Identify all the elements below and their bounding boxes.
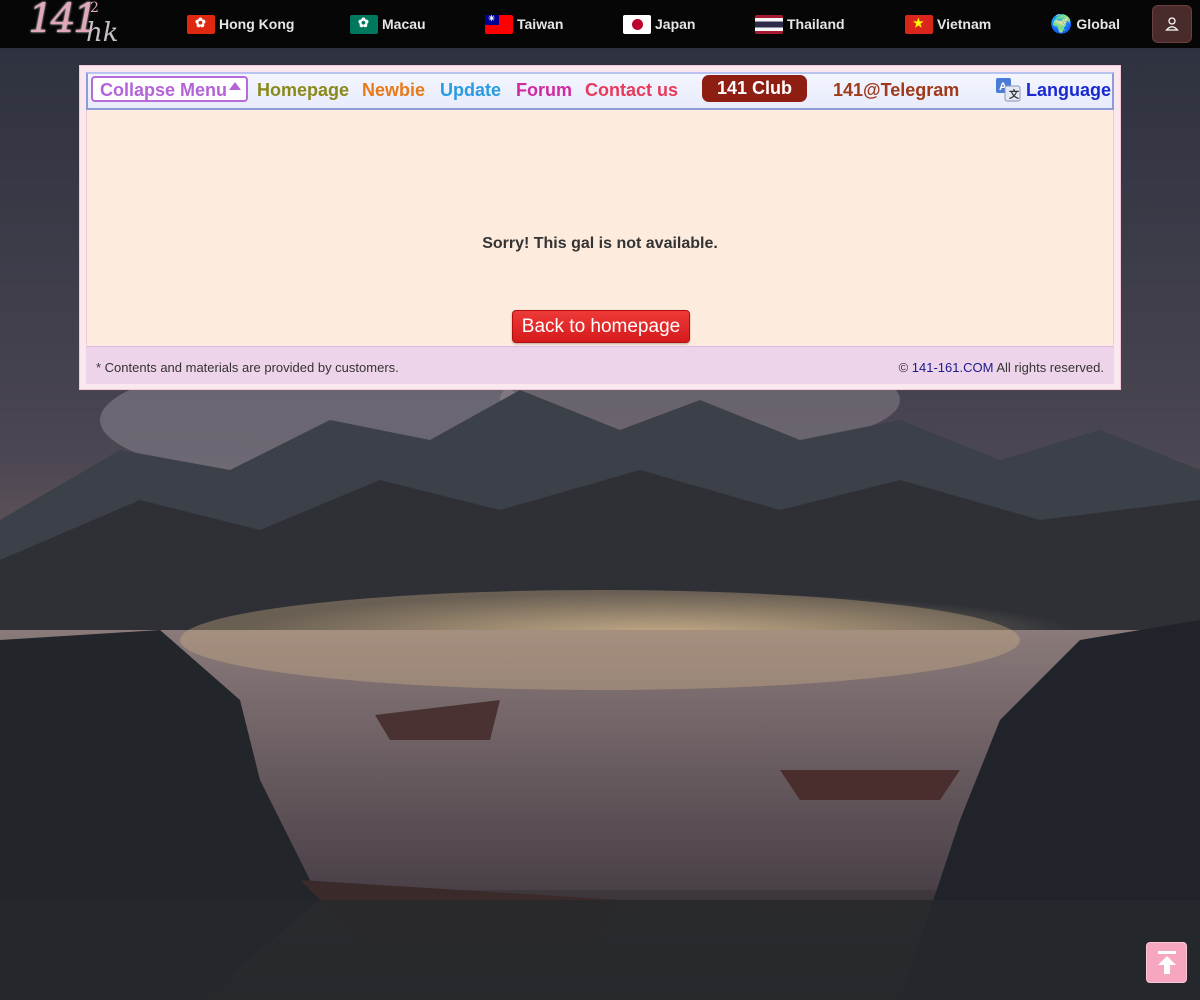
footer-copyright: © 141-161.COM All rights reserved. [899, 360, 1104, 375]
footer-rights: All rights reserved. [996, 360, 1104, 375]
caret-up-icon [229, 82, 242, 90]
main-menu-bar: Collapse Menu Homepage Newbie Update For… [86, 72, 1114, 110]
region-taiwan[interactable]: Taiwan [485, 12, 563, 36]
region-hong-kong[interactable]: Hong Kong [187, 12, 294, 36]
menu-forum-link[interactable]: Forum [516, 80, 572, 101]
macau-flag-icon [350, 14, 378, 34]
region-japan[interactable]: Japan [623, 12, 695, 36]
content-area: Sorry! This gal is not available. Back t… [86, 110, 1114, 345]
region-label: Global [1076, 16, 1120, 32]
region-label: Macau [382, 16, 426, 32]
vietnam-flag-icon [905, 14, 933, 34]
top-navigation-bar: 141 2 hk Hong Kong Macau Taiwan Japan Th… [0, 0, 1200, 48]
globe-icon: 🌍 [1050, 13, 1073, 34]
menu-homepage-link[interactable]: Homepage [257, 80, 349, 101]
region-links: Hong Kong Macau Taiwan Japan Thailand Vi… [0, 0, 1200, 48]
region-label: Japan [655, 16, 696, 32]
club-button[interactable]: 141 Club [702, 75, 807, 102]
collapse-menu-label: Collapse Menu [100, 80, 228, 100]
region-thailand[interactable]: Thailand [755, 12, 845, 36]
menu-telegram-link[interactable]: 141@Telegram [833, 80, 959, 101]
region-label: Thailand [787, 16, 845, 32]
unavailable-message: Sorry! This gal is not available. [482, 235, 718, 252]
japan-flag-icon [623, 14, 651, 34]
copyright-symbol: © [898, 360, 909, 375]
hong-kong-flag-icon [187, 14, 215, 34]
menu-language-link[interactable]: Language [1026, 80, 1111, 101]
main-panel: Collapse Menu Homepage Newbie Update For… [79, 65, 1121, 390]
back-to-homepage-button[interactable]: Back to homepage [512, 310, 690, 343]
user-icon [1165, 17, 1179, 31]
user-account-button[interactable] [1152, 5, 1192, 43]
region-label: Vietnam [937, 16, 992, 32]
arrow-up-icon [1157, 950, 1176, 974]
region-vietnam[interactable]: Vietnam [905, 12, 991, 36]
region-label: Taiwan [517, 16, 564, 32]
translate-icon: A 文 [996, 78, 1021, 102]
taiwan-flag-icon [485, 14, 513, 34]
menu-update-link[interactable]: Update [440, 80, 501, 101]
menu-newbie-link[interactable]: Newbie [362, 80, 425, 101]
menu-contact-link[interactable]: Contact us [585, 80, 678, 101]
thailand-flag-icon [755, 14, 783, 34]
region-macau[interactable]: Macau [350, 12, 426, 36]
scroll-to-top-button[interactable] [1146, 942, 1187, 983]
panel-footer: * Contents and materials are provided by… [86, 346, 1114, 384]
svg-text:文: 文 [1009, 88, 1020, 101]
region-label: Hong Kong [219, 16, 295, 32]
footer-site-link[interactable]: 141-161.COM [912, 360, 994, 375]
collapse-menu-button[interactable]: Collapse Menu [91, 76, 248, 102]
footer-note: * Contents and materials are provided by… [96, 360, 399, 375]
region-global[interactable]: 🌍 Global [1050, 12, 1120, 36]
